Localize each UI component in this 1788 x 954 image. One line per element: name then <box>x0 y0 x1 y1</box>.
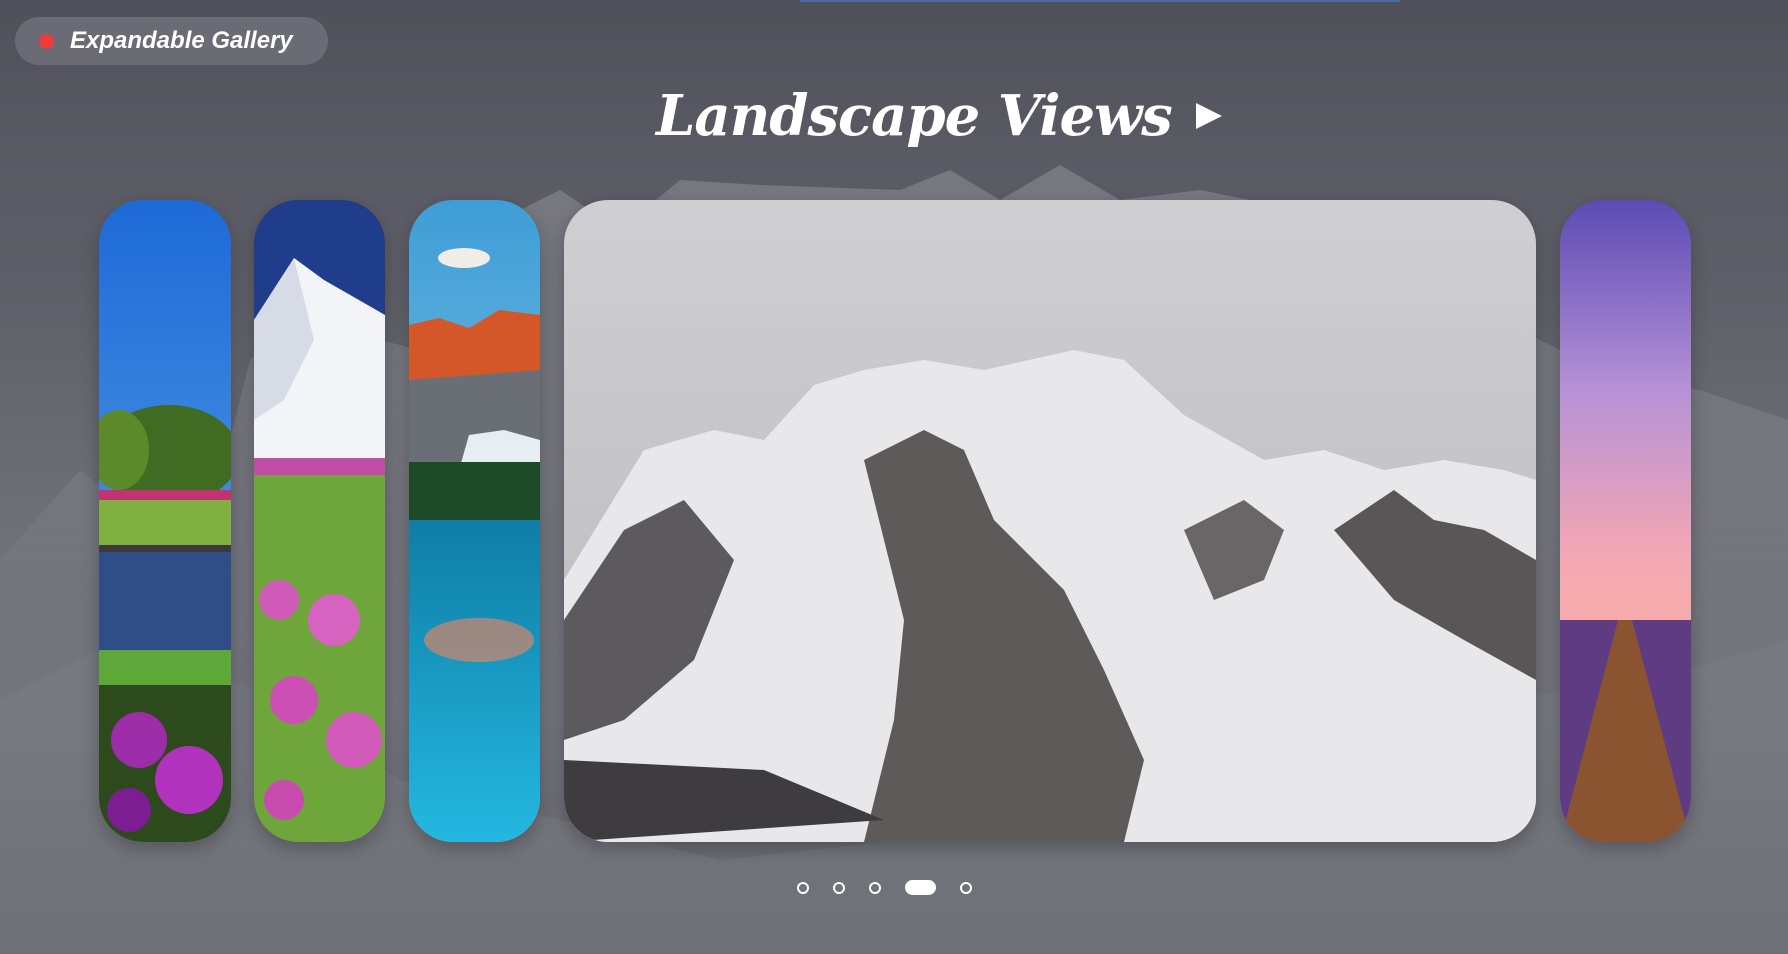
pagination-dots <box>797 880 996 895</box>
card-snowy-mountains[interactable] <box>564 200 1536 842</box>
pagination-dot-1[interactable] <box>797 881 809 894</box>
card-lavender-sunset[interactable] <box>1560 200 1691 842</box>
red-cliffs-lake-image <box>409 200 540 842</box>
gallery-badge: Expandable Gallery <box>15 17 328 65</box>
play-icon[interactable] <box>1195 103 1222 129</box>
pagination-dot-3[interactable] <box>869 881 881 894</box>
status-dot <box>39 33 54 49</box>
card-meadow-bridge[interactable] <box>99 200 231 842</box>
meadow-bridge-image <box>99 200 231 842</box>
lavender-sunset-image <box>1560 200 1691 842</box>
header: Landscape Views <box>656 76 1222 156</box>
snowy-peak-flowers-image <box>254 200 385 842</box>
snowy-mountains-image <box>564 200 1536 842</box>
badge-label: Expandable Gallery <box>70 27 293 54</box>
pagination-dot-5[interactable] <box>960 881 972 894</box>
page-title: Landscape Views <box>656 83 1173 149</box>
card-snowy-peak-flowers[interactable] <box>254 200 385 842</box>
top-accent-line <box>800 0 1400 2</box>
pagination-dot-2[interactable] <box>833 881 845 894</box>
card-red-cliffs-lake[interactable] <box>409 200 540 842</box>
pagination-dot-4[interactable] <box>905 880 936 895</box>
